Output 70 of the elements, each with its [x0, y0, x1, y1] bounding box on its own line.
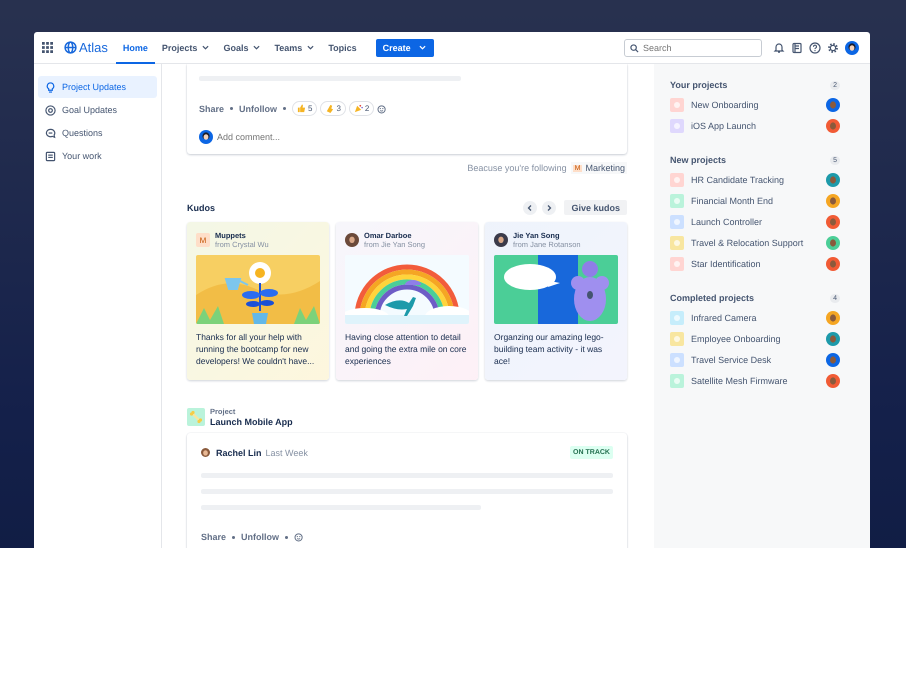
project-link[interactable]: Travel Service Desk: [691, 354, 819, 364]
kudos-message: Thanks for all your help with running the bootcamp for new developers! We couldn't have...: [196, 331, 316, 367]
project-link[interactable]: HR Candidate Tracking: [691, 174, 819, 184]
project-name[interactable]: Launch Mobile App: [210, 417, 293, 427]
author-name[interactable]: Rachel Lin: [216, 448, 262, 458]
kudos-message: Having close attention to detail and going the extra mile on core experiences: [345, 331, 468, 367]
nav-tab[interactable]: Teams: [267, 32, 322, 64]
reaction-button[interactable]: 3: [320, 101, 346, 116]
settings-icon[interactable]: [827, 42, 839, 54]
comment-field[interactable]: Add comment...: [217, 132, 417, 142]
project-link[interactable]: Financial Month End: [691, 196, 819, 206]
following-note: Beacuse you're following: [467, 163, 567, 173]
section-title: Completed projects: [670, 293, 754, 303]
create-button[interactable]: Create: [376, 38, 434, 56]
project-link[interactable]: Infrared Camera: [691, 312, 819, 322]
section-title: Your projects: [670, 80, 728, 90]
user-avatar-icon[interactable]: [845, 40, 859, 54]
reaction-icon: [297, 104, 306, 113]
next-icon[interactable]: [542, 200, 556, 214]
action-link[interactable]: Share: [199, 104, 224, 114]
help-icon[interactable]: [809, 42, 821, 54]
reaction-button[interactable]: 5: [292, 101, 318, 116]
add-reaction-icon[interactable]: [377, 104, 388, 114]
reaction-button[interactable]: 2: [348, 101, 374, 116]
sidebar-item[interactable]: Goal Updates: [38, 99, 157, 121]
caret-icon: [418, 45, 426, 50]
action-link[interactable]: Unfollow: [239, 104, 278, 114]
user-avatar-icon: [199, 130, 213, 144]
project-link[interactable]: Launch Controller: [691, 216, 819, 226]
sidebar-icon: [45, 128, 56, 138]
sidebar-item[interactable]: Questions: [38, 122, 157, 144]
app-switcher-icon[interactable]: [42, 42, 53, 53]
sidebar-item[interactable]: Your work: [38, 145, 157, 167]
nav-tab[interactable]: Goals: [216, 32, 268, 64]
nav-tab[interactable]: Home: [116, 32, 155, 64]
give-kudos-button[interactable]: Give kudos: [564, 200, 627, 215]
separator-dot-icon: [285, 536, 288, 538]
reaction-icon: [325, 104, 334, 113]
separator-dot-icon: [230, 107, 234, 110]
project-link[interactable]: Employee Onboarding: [691, 334, 819, 344]
search-field[interactable]: Search: [624, 38, 762, 56]
section-title: Kudos: [187, 202, 215, 212]
add-reaction-icon[interactable]: [294, 532, 304, 542]
kudos-message: Organzing our amazing lego-building team activity - it was ace!: [494, 331, 605, 367]
update-time: Last Week: [266, 448, 308, 458]
reaction-icon: [354, 104, 363, 113]
action-link[interactable]: Unfollow: [241, 532, 280, 542]
avatar-icon: [201, 448, 210, 457]
project-link[interactable]: Satellite Mesh Firmware: [691, 376, 819, 386]
previous-icon[interactable]: [523, 200, 538, 214]
sidebar-icon: [45, 150, 56, 162]
globe-logo-icon: [64, 41, 77, 54]
product-logo[interactable]: Atlas: [79, 40, 108, 55]
project-link[interactable]: Travel & Relocation Support: [691, 238, 819, 248]
section-title: New projects: [670, 155, 726, 165]
notifications-icon[interactable]: [773, 42, 785, 54]
sidebar-icon: [45, 104, 56, 116]
action-link[interactable]: Share: [201, 532, 226, 542]
bone-icon: [187, 408, 205, 426]
document-icon[interactable]: [791, 42, 803, 54]
sidebar-item[interactable]: Project Updates: [38, 76, 157, 98]
team-badge: M: [196, 233, 210, 247]
project-link[interactable]: iOS App Launch: [691, 120, 819, 130]
nav-tab[interactable]: Projects: [154, 32, 216, 64]
separator-dot-icon: [283, 107, 286, 110]
sidebar-icon: [45, 82, 56, 92]
project-link[interactable]: New Onboarding: [691, 100, 819, 110]
separator-dot-icon: [232, 536, 236, 538]
nav-tab[interactable]: Topics: [321, 32, 364, 64]
project-link[interactable]: Star Identification: [691, 258, 819, 268]
